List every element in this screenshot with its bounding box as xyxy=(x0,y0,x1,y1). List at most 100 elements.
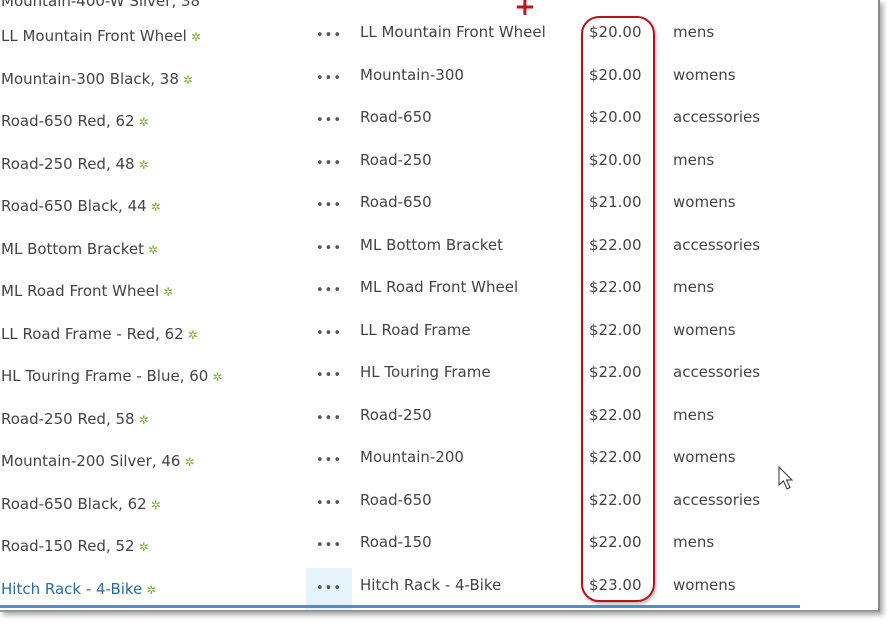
product-name: HL Touring Frame xyxy=(360,363,491,381)
more-options-button[interactable]: ••• xyxy=(306,270,352,312)
more-options-button[interactable]: ••• xyxy=(306,100,352,142)
item-title-text: Road-250 Red, 58 xyxy=(1,409,135,428)
item-title[interactable]: ML Bottom Bracket ✲ xyxy=(1,228,158,271)
new-item-icon: ✲ xyxy=(150,497,161,512)
price-column-highlight xyxy=(581,16,655,602)
item-title[interactable]: HL Touring Frame - Blue, 60 ✲ xyxy=(1,355,222,398)
list-row[interactable]: LL Road Frame - Red, 62 ✲ ••• LL Road Fra… xyxy=(0,313,878,355)
new-item-icon: ✲ xyxy=(190,30,201,44)
item-title-text: Road-250 Red, 48 xyxy=(1,154,135,173)
more-options-button[interactable]: ••• xyxy=(306,15,352,57)
item-title[interactable]: LL Mountain Front Wheel ✲ xyxy=(1,15,201,58)
item-title[interactable]: Road-250 Red, 58 ✲ xyxy=(1,398,149,441)
mouse-cursor-icon xyxy=(778,466,794,490)
item-title-text: ML Bottom Bracket xyxy=(1,239,145,258)
list-row[interactable]: Road-650 Black, 44 ✲ ••• Road-650 $21.00 … xyxy=(0,185,878,227)
list-row[interactable]: Road-150 Red, 52 ✲ ••• Road-150 $22.00 me… xyxy=(0,525,878,567)
category: accessories xyxy=(673,108,761,126)
item-title-text: LL Mountain Front Wheel xyxy=(1,27,187,45)
new-item-icon: ✲ xyxy=(150,200,161,214)
item-title[interactable]: Road-150 Red, 52 ✲ xyxy=(1,525,149,568)
item-title[interactable]: Road-650 Red, 62 ✲ xyxy=(1,100,149,143)
new-item-icon: ✲ xyxy=(163,285,174,299)
more-options-button[interactable]: ••• xyxy=(306,398,352,440)
product-name: ML Bottom Bracket xyxy=(360,235,504,254)
more-options-button[interactable]: ••• xyxy=(306,143,352,185)
item-title[interactable]: Road-650 Black, 44 ✲ xyxy=(1,185,161,228)
category: accessories xyxy=(673,235,761,254)
item-title-text: Road-650 Red, 62 xyxy=(1,112,135,130)
more-options-button[interactable]: ••• xyxy=(306,58,352,100)
list-row[interactable]: Hitch Rack - 4-Bike ✲ ••• Hitch Rack - 4-… xyxy=(0,567,878,610)
list-view: Mountain-400-W Silver, 38 LL Mountain Fr… xyxy=(0,0,880,612)
category: accessories xyxy=(673,490,761,509)
new-item-icon: ✲ xyxy=(184,455,195,469)
category: accessories xyxy=(673,363,761,381)
category: womens xyxy=(673,65,736,84)
category: mens xyxy=(673,278,715,296)
more-options-button[interactable]: ••• xyxy=(306,483,352,525)
list-row[interactable]: Road-250 Red, 48 ✲ ••• Road-250 $20.00 me… xyxy=(0,143,878,185)
product-name: Road-650 xyxy=(360,490,432,509)
product-name: Road-150 xyxy=(360,533,432,551)
item-title[interactable]: ML Road Front Wheel ✲ xyxy=(1,270,173,313)
new-item-icon: ✲ xyxy=(138,157,149,172)
item-title[interactable]: Mountain-300 Black, 38 ✲ xyxy=(1,58,193,101)
plus-annotation-icon: + xyxy=(514,0,536,22)
product-name: Road-650 xyxy=(360,193,432,211)
item-title-text: Road-150 Red, 52 xyxy=(1,537,135,555)
item-title[interactable]: Road-650 Black, 62 ✲ xyxy=(1,483,161,526)
list-row[interactable]: LL Mountain Front Wheel ✲ ••• LL Mountain… xyxy=(0,15,878,57)
product-name: Hitch Rack - 4-Bike xyxy=(360,575,502,594)
list-row[interactable]: ML Road Front Wheel ✲ ••• ML Road Front W… xyxy=(0,270,878,312)
product-name: Mountain-300 xyxy=(360,65,464,84)
more-options-button[interactable]: ••• xyxy=(306,567,352,610)
new-item-icon: ✲ xyxy=(138,540,149,554)
item-title-text: Hitch Rack - 4-Bike xyxy=(1,579,143,598)
new-item-icon: ✲ xyxy=(138,412,149,427)
product-name: LL Road Frame xyxy=(360,320,471,339)
horizontal-scrollbar[interactable] xyxy=(0,605,800,608)
item-title[interactable]: Road-250 Red, 48 ✲ xyxy=(1,143,149,186)
category: womens xyxy=(673,320,736,339)
item-title[interactable]: Mountain-200 Silver, 46 ✲ xyxy=(1,440,195,483)
list-row[interactable]: Mountain-200 Silver, 46 ✲ ••• Mountain-20… xyxy=(0,440,878,482)
new-item-icon: ✲ xyxy=(182,72,193,87)
list-row[interactable]: ML Bottom Bracket ✲ ••• ML Bottom Bracket… xyxy=(0,228,878,270)
more-options-button[interactable]: ••• xyxy=(306,313,352,355)
category: mens xyxy=(673,533,715,551)
new-item-icon: ✲ xyxy=(138,115,149,129)
category: womens xyxy=(673,448,736,466)
more-options-button[interactable]: ••• xyxy=(306,440,352,482)
list-row[interactable]: Road-650 Red, 62 ✲ ••• Road-650 $20.00 ac… xyxy=(0,100,878,142)
new-item-icon: ✲ xyxy=(187,327,198,342)
item-title-text: Road-650 Black, 62 xyxy=(1,494,147,513)
list-row[interactable]: Mountain-300 Black, 38 ✲ ••• Mountain-300… xyxy=(0,58,878,100)
product-name: Road-650 xyxy=(360,108,432,126)
product-name: Road-250 xyxy=(360,405,432,424)
list-row[interactable]: Road-250 Red, 58 ✲ ••• Road-250 $22.00 me… xyxy=(0,398,878,440)
item-title-text: LL Road Frame - Red, 62 xyxy=(1,324,184,343)
category: mens xyxy=(673,405,715,424)
item-title-text: Mountain-200 Silver, 46 xyxy=(1,452,181,470)
item-title[interactable]: LL Road Frame - Red, 62 ✲ xyxy=(1,313,198,356)
new-item-icon: ✲ xyxy=(146,582,157,597)
item-title-text: HL Touring Frame - Blue, 60 xyxy=(1,367,209,385)
new-item-icon: ✲ xyxy=(212,370,223,384)
list-row[interactable]: HL Touring Frame - Blue, 60 ✲ ••• HL Tour… xyxy=(0,355,878,397)
more-options-button[interactable]: ••• xyxy=(306,355,352,397)
list-row[interactable]: Road-650 Black, 62 ✲ ••• Road-650 $22.00 … xyxy=(0,483,878,525)
category: womens xyxy=(673,193,736,211)
new-item-icon: ✲ xyxy=(148,242,159,257)
more-options-button[interactable]: ••• xyxy=(306,525,352,567)
item-title-text: Mountain-300 Black, 38 xyxy=(1,69,179,88)
more-options-button[interactable]: ••• xyxy=(306,185,352,227)
category: mens xyxy=(673,23,715,41)
product-name: Road-250 xyxy=(360,150,432,169)
item-title-text: ML Road Front Wheel xyxy=(1,282,160,300)
item-title-text: Road-650 Black, 44 xyxy=(1,197,147,215)
more-options-button[interactable]: ••• xyxy=(306,228,352,270)
product-name: Mountain-200 xyxy=(360,448,464,466)
category: mens xyxy=(673,150,715,169)
category: womens xyxy=(673,575,736,594)
